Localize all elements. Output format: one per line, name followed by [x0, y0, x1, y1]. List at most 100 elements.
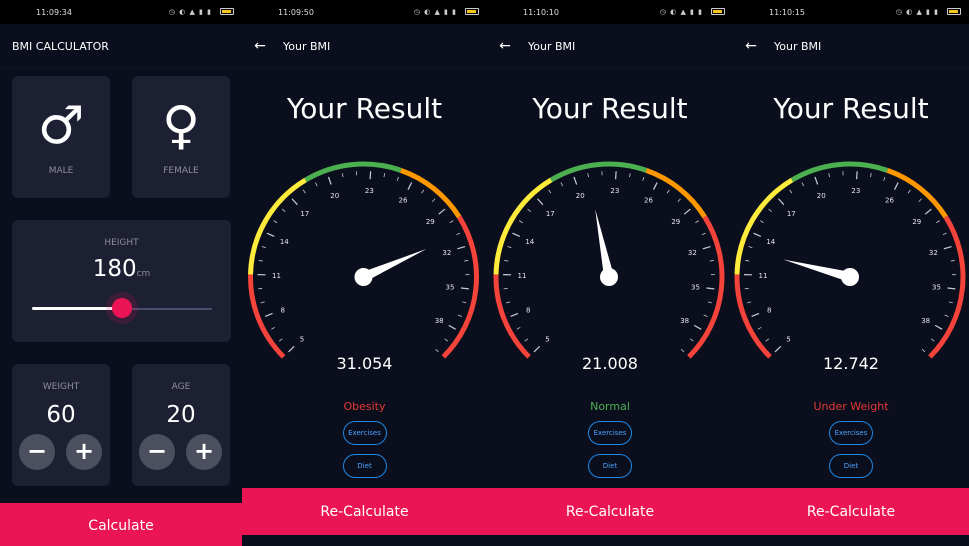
- recalculate-button[interactable]: Re-Calculate: [487, 488, 733, 535]
- gauge-tick: [918, 198, 922, 202]
- gauge-band: [645, 167, 707, 219]
- exercises-button[interactable]: Exercises: [342, 421, 387, 445]
- gauge-tick: [695, 220, 699, 224]
- gauge-band: [886, 167, 948, 219]
- bmi-result-screen: 11:09:50 ◷ ◐ ▲ ▮ ▮ ← Your BMI Your Resul…: [242, 0, 487, 546]
- bmi-value: 12.742: [823, 354, 879, 373]
- female-card[interactable]: ♀ FEMALE: [132, 76, 230, 198]
- gauge-tick: [907, 189, 911, 194]
- height-label: HEIGHT: [104, 238, 139, 248]
- age-minus-button[interactable]: −: [139, 434, 175, 470]
- gauge-band: [493, 177, 553, 275]
- height-slider-active-track[interactable]: [32, 307, 122, 310]
- status-time: 11:09:34: [36, 8, 72, 17]
- gauge-tick: [870, 173, 872, 178]
- diet-button[interactable]: Diet: [342, 454, 387, 478]
- gauge-tick-label: 23: [851, 187, 860, 195]
- gauge-tick: [396, 176, 399, 181]
- diet-button[interactable]: Diet: [588, 454, 632, 478]
- status-time: 11:09:50: [278, 8, 314, 17]
- diet-button[interactable]: Diet: [829, 454, 873, 478]
- weight-plus-button[interactable]: +: [66, 434, 102, 470]
- gauge-tick-label: 5: [786, 336, 790, 344]
- gauge-tick: [533, 345, 541, 353]
- gauge-tick: [944, 314, 949, 317]
- gauge-tick-label: 14: [525, 238, 534, 246]
- gauge-tick: [464, 260, 469, 262]
- gauge-tick: [258, 260, 263, 262]
- height-slider-thumb[interactable]: [112, 298, 132, 318]
- recalculate-button[interactable]: Re-Calculate: [733, 488, 969, 535]
- gauge-needle-hub: [841, 268, 859, 286]
- back-arrow-icon[interactable]: ←: [495, 36, 515, 56]
- gauge-tick: [432, 198, 436, 202]
- male-card[interactable]: ♂ MALE: [12, 76, 110, 198]
- status-bar: 11:10:15 ◷ ◐ ▲ ▮ ▮: [733, 0, 969, 24]
- status-time: 11:10:10: [523, 8, 559, 17]
- gauge-tick-label: 17: [787, 210, 796, 218]
- gauge-needle: [783, 259, 852, 282]
- male-label: MALE: [48, 166, 74, 176]
- gauge-tick: [683, 208, 691, 215]
- weight-minus-button[interactable]: −: [19, 434, 55, 470]
- male-icon: ♂: [37, 96, 85, 156]
- gauge-tick-label: 20: [330, 192, 339, 200]
- gauge-tick: [950, 260, 955, 262]
- gauge-tick: [548, 189, 552, 194]
- gauge-tick: [524, 338, 529, 342]
- age-plus-button[interactable]: +: [186, 434, 222, 470]
- gauge-tick: [458, 314, 463, 317]
- recalculate-button[interactable]: Re-Calculate: [242, 488, 487, 535]
- gauge-tick: [449, 220, 454, 224]
- result-heading: Your Result: [773, 92, 929, 125]
- gauge-tick: [760, 220, 764, 224]
- back-arrow-icon[interactable]: ←: [250, 36, 270, 56]
- exercises-button[interactable]: Exercises: [588, 421, 632, 445]
- back-arrow-icon[interactable]: ←: [741, 36, 761, 56]
- gauge-tick-label: 26: [644, 196, 653, 204]
- gauge-tick: [677, 198, 681, 202]
- gauge-tick: [271, 326, 275, 330]
- gauge-tick: [942, 232, 947, 236]
- gauge-tick-label: 29: [671, 218, 680, 226]
- gauge-tick-label: 29: [426, 218, 435, 226]
- gauge-tick: [702, 245, 711, 250]
- gauge-tick: [774, 345, 782, 353]
- gauge-tick-label: 32: [929, 249, 938, 257]
- gauge-tick: [261, 246, 266, 249]
- gauge-tick: [512, 232, 521, 238]
- gauge-tick: [747, 301, 752, 304]
- app-title: BMI CALCULATOR: [12, 40, 109, 53]
- gauge-tick-label: 23: [365, 187, 374, 195]
- gauge-band: [549, 161, 648, 183]
- bottom-spacer: [487, 535, 733, 546]
- exercises-button[interactable]: Exercises: [829, 421, 873, 445]
- gauge-tick: [701, 232, 706, 236]
- female-label: FEMALE: [163, 166, 199, 176]
- gauge-tick: [435, 348, 439, 353]
- gauge-tick: [273, 220, 278, 224]
- gauge-tick: [934, 324, 943, 330]
- age-card: AGE 20 − +: [132, 364, 230, 486]
- bottom-spacer: [733, 535, 969, 546]
- height-value-row: 180cm: [12, 256, 231, 282]
- gauge-tick: [930, 338, 935, 342]
- calculate-button[interactable]: Calculate: [0, 503, 242, 546]
- gauge-tick: [341, 173, 344, 178]
- gauge-tick: [457, 245, 466, 250]
- gauge-tick: [407, 182, 413, 190]
- gauge-tick: [327, 176, 332, 185]
- gauge-tick: [748, 246, 753, 249]
- gauge-band: [734, 177, 794, 275]
- height-slider-inactive-track[interactable]: [122, 308, 212, 310]
- gauge-tick-label: 20: [817, 192, 826, 200]
- gauge-tick-label: 38: [921, 317, 930, 325]
- height-unit: cm: [136, 269, 151, 279]
- gauge-band: [790, 161, 889, 183]
- result-heading: Your Result: [532, 92, 688, 125]
- gauge-tick: [560, 182, 564, 187]
- gauge-tick: [707, 301, 712, 304]
- gauge-tick-label: 38: [680, 317, 689, 325]
- status-icons: ◷ ◐ ▲ ▮ ▮: [168, 8, 212, 16]
- gauge-tick: [369, 171, 372, 180]
